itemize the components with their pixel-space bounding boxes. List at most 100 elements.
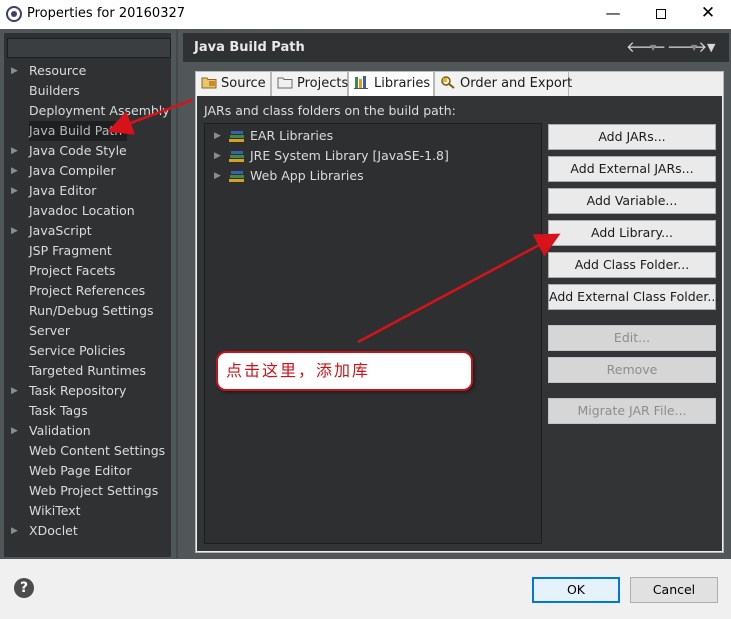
- sidebar-item-label: Javadoc Location: [29, 203, 135, 218]
- tab-order-label: Order and Export: [460, 76, 573, 91]
- sash-divider[interactable]: [176, 30, 178, 558]
- sidebar-item[interactable]: ▶ Java Editor: [4, 181, 171, 201]
- back-dropdown-icon[interactable]: ▼: [650, 43, 656, 52]
- sidebar-item-label: Service Policies: [29, 343, 126, 358]
- close-button[interactable]: ✕: [685, 0, 731, 29]
- sidebar-item[interactable]: ▶ Task Repository: [4, 381, 171, 401]
- library-item-webapp[interactable]: ▶ Web App Libraries: [205, 166, 541, 186]
- dialog-footer: ? OK Cancel: [0, 559, 731, 619]
- sidebar-item-label: Server: [29, 323, 70, 338]
- sidebar-item[interactable]: WikiText: [4, 501, 171, 521]
- sidebar-item[interactable]: ▶ JavaScript: [4, 221, 171, 241]
- expand-arrow-icon[interactable]: ▶: [214, 126, 221, 146]
- expand-arrow-icon[interactable]: ▶: [214, 146, 221, 166]
- library-books-icon: [229, 151, 244, 162]
- library-books-icon: [229, 131, 244, 142]
- sidebar-item-label: JSP Fragment: [29, 243, 112, 258]
- library-books-icon: [229, 171, 244, 182]
- folder-source-icon: [201, 77, 217, 89]
- sidebar-item-label: XDoclet: [29, 523, 78, 538]
- filter-input[interactable]: [7, 38, 171, 58]
- arrow-right-icon[interactable]: 🡒: [667, 37, 707, 56]
- ok-button[interactable]: OK: [532, 577, 620, 603]
- sidebar-item[interactable]: JSP Fragment: [4, 241, 171, 261]
- sidebar-item-label: Deployment Assembly: [29, 103, 170, 118]
- sidebar-item-label: Task Repository: [29, 383, 127, 398]
- sidebar-item[interactable]: Server: [4, 321, 171, 341]
- sidebar-item[interactable]: Web Page Editor: [4, 461, 171, 481]
- expand-arrow-icon[interactable]: ▶: [11, 221, 18, 241]
- library-item-label: JRE System Library [JavaSE-1.8]: [250, 148, 449, 163]
- expand-arrow-icon[interactable]: ▶: [214, 166, 221, 186]
- library-item-ear[interactable]: ▶ EAR Libraries: [205, 126, 541, 146]
- sidebar-item-label: Validation: [29, 423, 91, 438]
- tab-order-and-export[interactable]: Order and Export: [434, 71, 573, 96]
- expand-arrow-icon[interactable]: ▶: [11, 421, 18, 441]
- add-variable-button[interactable]: Add Variable...: [548, 188, 716, 214]
- cancel-button[interactable]: Cancel: [630, 577, 718, 603]
- view-menu-icon[interactable]: ▼: [707, 41, 715, 54]
- arrow-left-icon[interactable]: 🡐: [626, 37, 666, 56]
- sidebar-item[interactable]: Web Project Settings: [4, 481, 171, 501]
- expand-arrow-icon[interactable]: ▶: [11, 381, 18, 401]
- title-bar: Properties for 20160327 — ✕: [0, 0, 731, 29]
- maximize-button[interactable]: [638, 0, 684, 29]
- sidebar-item[interactable]: ▶ XDoclet: [4, 521, 171, 541]
- sidebar-item[interactable]: ▶ Java Compiler: [4, 161, 171, 181]
- sidebar-item[interactable]: ▶ Java Code Style: [4, 141, 171, 161]
- sidebar-item[interactable]: Project Facets: [4, 261, 171, 281]
- sidebar-item[interactable]: Service Policies: [4, 341, 171, 361]
- sidebar-item[interactable]: Targeted Runtimes: [4, 361, 171, 381]
- tab-projects[interactable]: Projects: [271, 71, 348, 96]
- sidebar-item-label: Java Build Path: [29, 121, 128, 141]
- help-icon[interactable]: ?: [14, 578, 34, 598]
- sidebar-item-label: Targeted Runtimes: [29, 363, 146, 378]
- sidebar-item[interactable]: Java Build Path: [4, 121, 171, 141]
- tab-libraries-label: Libraries: [374, 76, 431, 91]
- sidebar-item[interactable]: Run/Debug Settings: [4, 301, 171, 321]
- sidebar-item[interactable]: Javadoc Location: [4, 201, 171, 221]
- add-library-button[interactable]: Add Library...: [548, 220, 716, 246]
- tab-source-label: Source: [221, 76, 266, 91]
- edit-button[interactable]: Edit...: [548, 325, 716, 351]
- sidebar-item[interactable]: Web Content Settings: [4, 441, 171, 461]
- annotation-callout: 点击这里，添加库: [216, 351, 473, 391]
- migrate-jar-button[interactable]: Migrate JAR File...: [548, 398, 716, 424]
- forward-dropdown-icon[interactable]: ▼: [691, 43, 697, 52]
- tab-source[interactable]: Source: [195, 71, 271, 96]
- expand-arrow-icon[interactable]: ▶: [11, 521, 18, 541]
- sidebar-item[interactable]: ▶ Resource: [4, 61, 171, 81]
- add-external-class-folder-button[interactable]: Add External Class Folder...: [548, 284, 719, 310]
- sidebar-item[interactable]: ▶ Validation: [4, 421, 171, 441]
- build-path-caption: JARs and class folders on the build path…: [204, 103, 456, 118]
- expand-arrow-icon[interactable]: ▶: [11, 181, 18, 201]
- sidebar-item-label: Java Code Style: [29, 143, 127, 158]
- tab-projects-label: Projects: [297, 76, 349, 91]
- add-jars-button[interactable]: Add JARs...: [548, 124, 716, 150]
- maximize-icon: [656, 8, 666, 19]
- add-class-folder-button[interactable]: Add Class Folder...: [548, 252, 716, 278]
- sidebar-item[interactable]: Builders: [4, 81, 171, 101]
- books-icon: [354, 76, 368, 89]
- tab-libraries[interactable]: Libraries: [348, 71, 434, 96]
- sidebar-item-label: Resource: [29, 63, 87, 78]
- page-title: Java Build Path: [194, 40, 305, 55]
- add-external-jars-button[interactable]: Add External JARs...: [548, 156, 716, 182]
- sidebar-item-label: Run/Debug Settings: [29, 303, 154, 318]
- sidebar-item[interactable]: Project References: [4, 281, 171, 301]
- sidebar-item[interactable]: Task Tags: [4, 401, 171, 421]
- library-tree[interactable]: ▶ EAR Libraries ▶ JRE System Library [Ja…: [204, 123, 542, 544]
- sidebar-item-label: JavaScript: [29, 223, 92, 238]
- expand-arrow-icon[interactable]: ▶: [11, 141, 18, 161]
- order-export-icon: [441, 76, 455, 89]
- expand-arrow-icon[interactable]: ▶: [11, 161, 18, 181]
- folder-projects-icon: [277, 77, 293, 89]
- sidebar-item[interactable]: Deployment Assembly: [4, 101, 171, 121]
- sidebar-item-label: Java Editor: [29, 183, 97, 198]
- remove-button[interactable]: Remove: [548, 357, 716, 383]
- expand-arrow-icon[interactable]: ▶: [11, 61, 18, 81]
- library-item-jre[interactable]: ▶ JRE System Library [JavaSE-1.8]: [205, 146, 541, 166]
- library-item-label: Web App Libraries: [250, 168, 364, 183]
- sidebar-item-label: Project References: [29, 283, 146, 298]
- minimize-button[interactable]: —: [590, 0, 636, 29]
